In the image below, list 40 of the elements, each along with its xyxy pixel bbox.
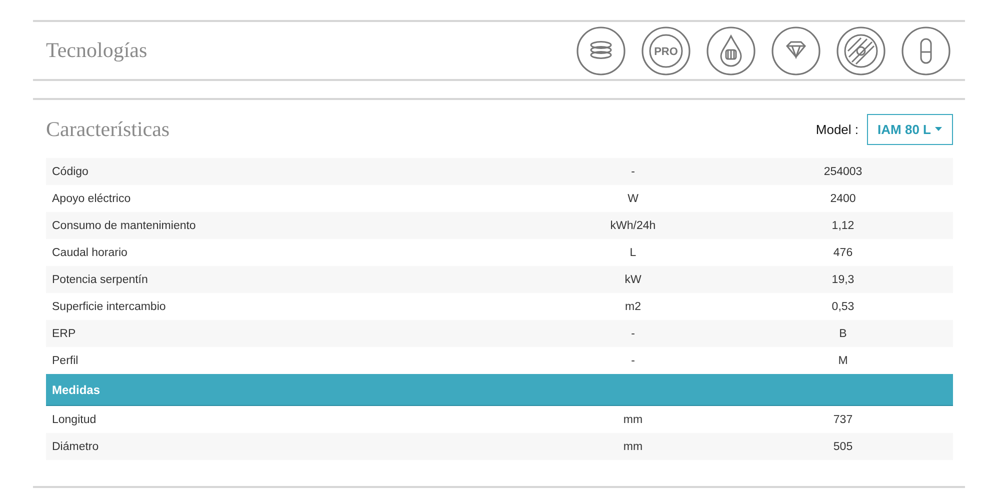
table-cell-text: Código	[51, 166, 90, 178]
table-cell-text: -	[630, 166, 636, 178]
caret-icon	[935, 127, 942, 131]
table-cell-text: Diámetro	[51, 440, 100, 452]
striped-disc-icon	[836, 26, 886, 76]
table-cell-text: Perfil	[51, 354, 80, 366]
table-cell-text: m2	[624, 300, 642, 312]
table-cell-text: 1,12	[830, 220, 856, 232]
model-dropdown[interactable]: IAM 80 L	[866, 114, 953, 144]
table-cell-text: Potencia serpentín	[51, 274, 149, 286]
table-cell-text: Caudal horario	[51, 246, 128, 258]
table-cell-text: 0,53	[830, 300, 856, 312]
table-cell-text: mm	[622, 440, 644, 452]
table-cell-text: mm	[622, 414, 644, 426]
model-label: Model :	[816, 122, 859, 136]
table-cell-text: Superficie intercambio	[51, 300, 167, 312]
table-cell-text: L	[628, 246, 638, 258]
stack-icon	[576, 26, 626, 76]
table-cell-text: 737	[832, 414, 854, 426]
table-cell-text: kW	[624, 274, 642, 286]
section-title: Características	[46, 116, 170, 142]
table-cell-text: 2400	[829, 192, 857, 204]
table-cell-text: Consumo de mantenimiento	[51, 220, 197, 232]
section-title: Tecnologías	[46, 38, 148, 63]
table-cell-text: Longitud	[51, 414, 98, 426]
table-cell-text: -	[630, 354, 636, 366]
table-cell-text: -	[630, 328, 636, 340]
table-cell-text: 476	[832, 246, 854, 258]
table-cell-text: 19,3	[830, 274, 856, 286]
capsule-icon	[901, 26, 951, 76]
table-cell-text: ERP	[51, 328, 77, 340]
table-cell-text: 254003	[822, 166, 864, 178]
pro-badge-icon: PRO	[641, 26, 691, 76]
section-header: Medidas	[46, 374, 953, 406]
table-cell-text: 505	[832, 440, 854, 452]
table-cell-text: M	[837, 354, 849, 366]
table-cell-text: Apoyo eléctrico	[51, 192, 132, 204]
table-cell-text: kWh/24h	[609, 220, 657, 232]
table-cell-text: W	[626, 192, 640, 204]
table-cell-text: B	[838, 328, 848, 340]
